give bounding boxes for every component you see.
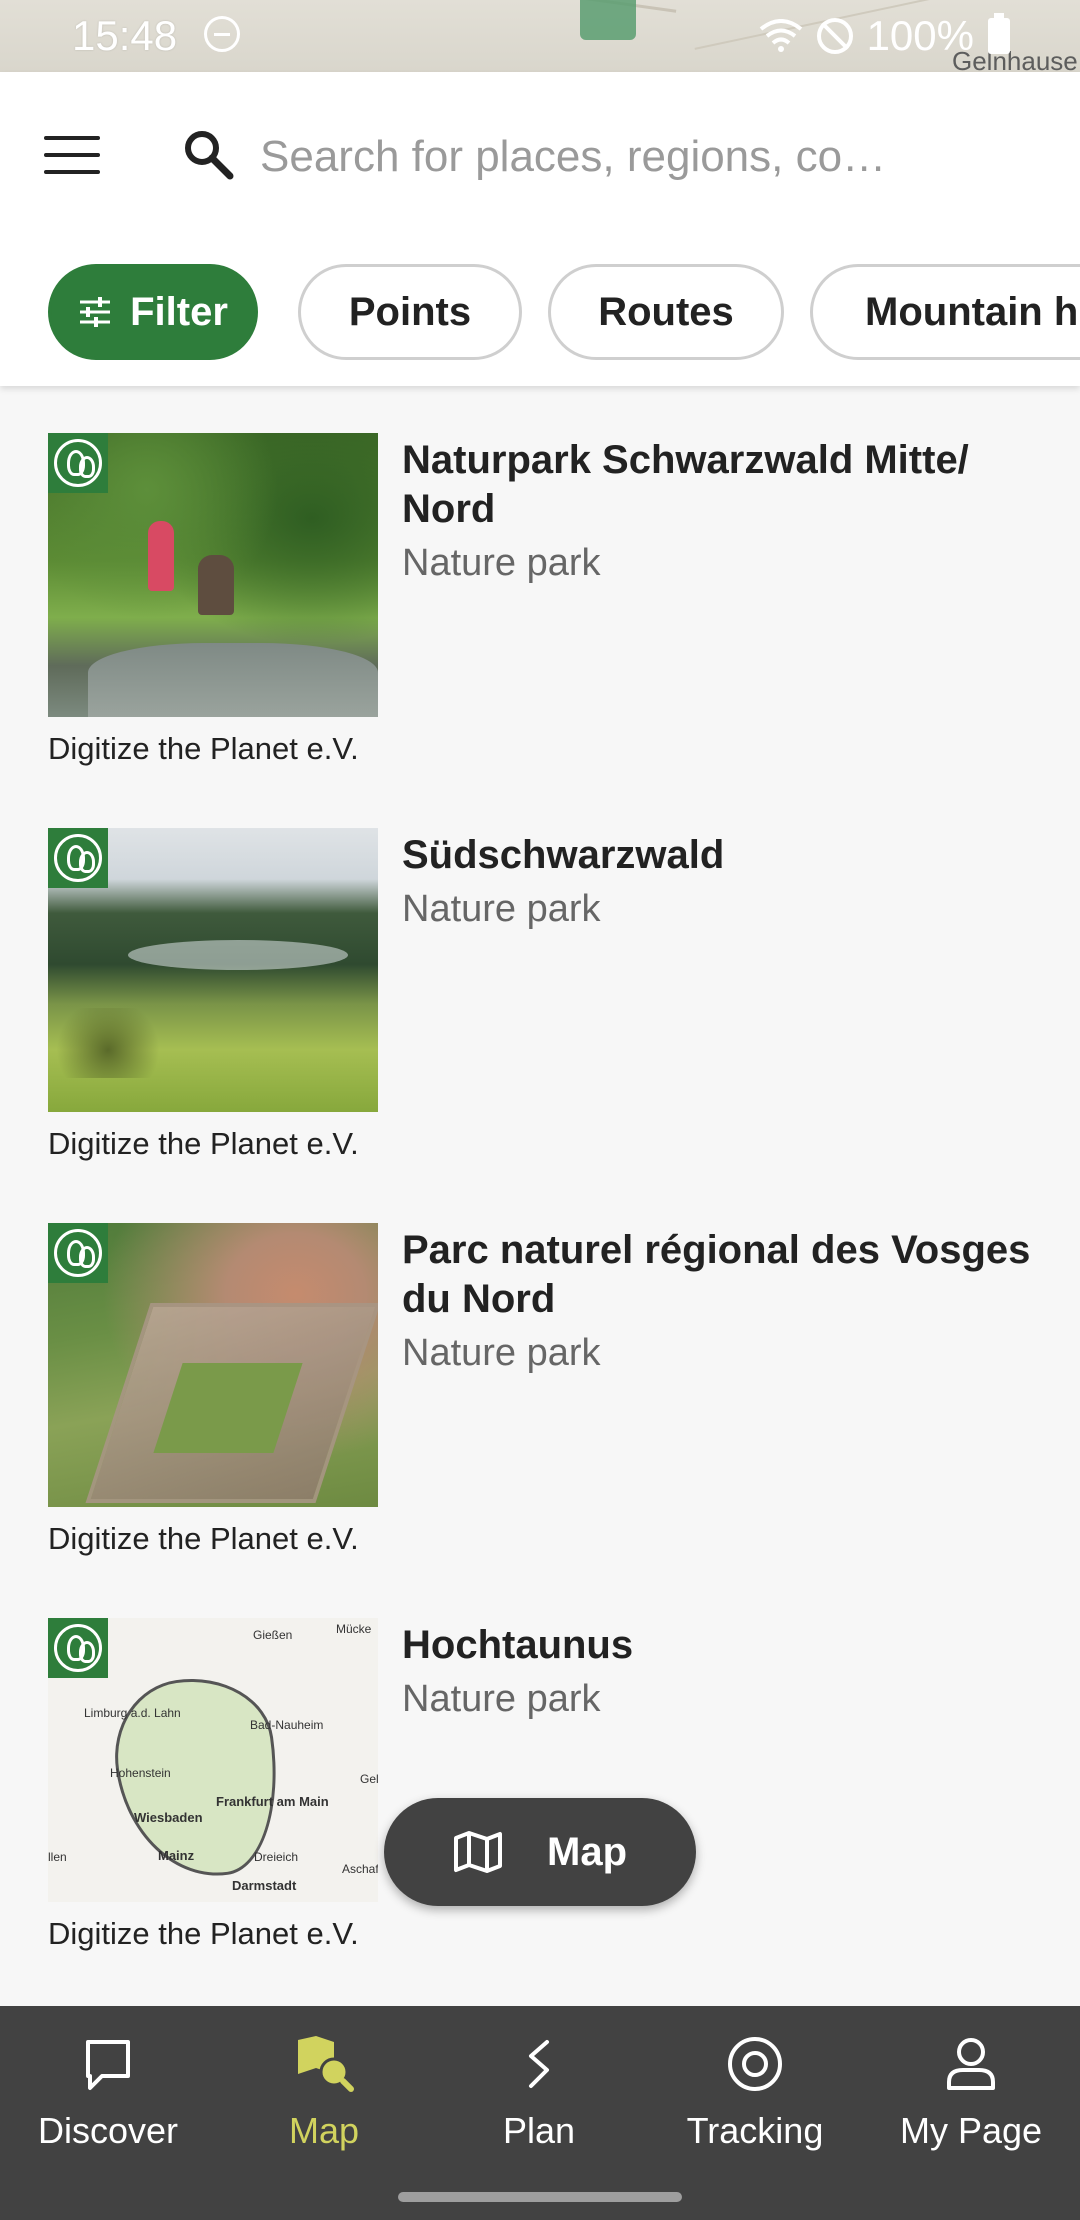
nav-map-label: Map <box>288 2110 360 2151</box>
nav-plan-label: Plan <box>502 2110 576 2151</box>
routes-chip[interactable]: Routes <box>548 264 784 360</box>
map-label: Gel <box>360 1772 378 1786</box>
map-label: Aschaf <box>342 1862 378 1876</box>
item-title: Naturpark Schwarzwald Mitte/ Nord Nature… <box>402 436 1042 592</box>
image-credit: Digitize the Planet e.V. <box>48 1521 359 1556</box>
item-thumbnail: Gießen Mücke Limburg a.d. Lahn Bad-Nauhe… <box>48 1618 378 1902</box>
item-category: Nature park <box>402 1678 601 1720</box>
nav-my-page-label: My Page <box>899 2110 1043 2151</box>
item-thumbnail <box>48 1223 378 1507</box>
tracking-icon <box>728 2037 782 2091</box>
item-category: Nature park <box>402 888 601 930</box>
routes-chip-label: Routes <box>598 289 734 334</box>
image-credit: Digitize the Planet e.V. <box>48 731 359 766</box>
map-label: Dreieich <box>254 1850 299 1864</box>
nav-map[interactable]: Map <box>224 2034 424 2152</box>
item-title: Südschwarzwald Nature park <box>402 831 1042 938</box>
map-label: Mücke <box>336 1622 372 1636</box>
battery-icon <box>988 13 1010 54</box>
nav-tracking[interactable]: Tracking <box>655 2034 855 2152</box>
filter-icon <box>80 297 111 327</box>
item-title-text: Südschwarzwald <box>402 833 725 877</box>
item-thumbnail <box>48 433 378 717</box>
item-title: Parc naturel régional des Vosges du Nord… <box>402 1226 1042 1382</box>
map-label: Gießen <box>253 1628 293 1642</box>
map-nav-icon <box>298 2036 354 2092</box>
show-map-button[interactable]: Map <box>384 1798 696 1906</box>
filter-chip-row: Filter Points Routes Mountain hu <box>0 264 1080 362</box>
item-title: Hochtaunus Nature park <box>402 1621 1042 1728</box>
status-time: 15:48 <box>72 12 178 59</box>
search-input[interactable] <box>260 122 1050 192</box>
item-thumbnail <box>48 828 378 1112</box>
discover-icon <box>86 2040 130 2090</box>
map-label: Mainz <box>158 1848 195 1863</box>
map-label: llen <box>48 1850 67 1864</box>
bottom-navigation: Discover Map Plan Tracking My Page <box>0 2006 1080 2220</box>
list-item[interactable]: Digitize the Planet e.V. Parc naturel ré… <box>0 1176 1080 1571</box>
item-title-text: Naturpark Schwarzwald Mitte/ Nord <box>402 438 969 531</box>
list-item[interactable]: Digitize the Planet e.V. Naturpark Schwa… <box>0 386 1080 781</box>
search-icon <box>185 131 234 180</box>
plan-icon <box>529 2040 549 2088</box>
image-credit: Digitize the Planet e.V. <box>48 1126 359 1161</box>
map-label: Limburg a.d. Lahn <box>84 1706 181 1720</box>
nav-plan[interactable]: Plan <box>439 2034 639 2152</box>
points-chip[interactable]: Points <box>298 264 522 360</box>
map-icon <box>454 1831 502 1873</box>
menu-icon[interactable] <box>44 136 100 174</box>
map-label: Wiesbaden <box>134 1810 203 1825</box>
map-poi-marker <box>580 0 636 40</box>
status-icons: 100% <box>759 12 1010 60</box>
nav-discover[interactable]: Discover <box>8 2034 208 2152</box>
nature-park-icon <box>48 1618 108 1678</box>
dnd-icon <box>204 16 240 52</box>
wifi-icon <box>759 19 802 52</box>
item-title-text: Hochtaunus <box>402 1623 634 1667</box>
list-item[interactable]: Digitize the Planet e.V. Südschwarzwald … <box>0 781 1080 1176</box>
profile-icon <box>947 2038 995 2090</box>
item-category: Nature park <box>402 1332 601 1374</box>
app-header: Filter Points Routes Mountain hu <box>0 72 1080 386</box>
status-bar: Gelnhause 15:48 100% <box>0 0 1080 72</box>
mountain-huts-chip[interactable]: Mountain hu <box>810 264 1080 360</box>
item-title-text: Parc naturel régional des Vosges du Nord <box>402 1228 1031 1321</box>
points-chip-label: Points <box>348 289 472 334</box>
battery-percent: 100% <box>866 12 974 59</box>
show-map-label: Map <box>547 1829 627 1874</box>
map-label: Hohenstein <box>110 1766 171 1780</box>
filter-chip[interactable]: Filter <box>48 264 258 360</box>
nature-park-icon <box>48 828 108 888</box>
nav-tracking-label: Tracking <box>686 2110 824 2151</box>
image-credit: Digitize the Planet e.V. <box>48 1916 359 1951</box>
map-label: Frankfurt am Main <box>216 1794 329 1809</box>
nature-park-icon <box>48 1223 108 1283</box>
home-indicator[interactable] <box>398 2192 682 2202</box>
mountain-huts-chip-label: Mountain hu <box>865 289 1080 334</box>
nav-discover-label: Discover <box>37 2110 179 2151</box>
block-icon <box>816 18 853 54</box>
nature-park-icon <box>48 433 108 493</box>
list-item[interactable]: Gießen Mücke Limburg a.d. Lahn Bad-Nauhe… <box>0 1571 1080 1966</box>
map-label: Bad-Nauheim <box>250 1718 324 1732</box>
nav-my-page[interactable]: My Page <box>871 2034 1071 2152</box>
filter-chip-label: Filter <box>130 289 228 334</box>
map-label: Darmstadt <box>232 1878 297 1893</box>
item-category: Nature park <box>402 542 601 584</box>
